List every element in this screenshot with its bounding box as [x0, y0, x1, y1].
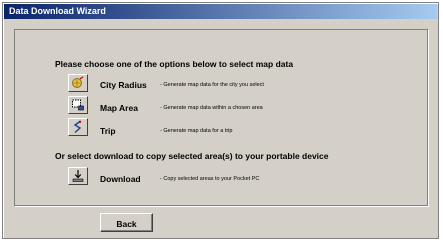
map-area-button[interactable] — [68, 96, 88, 114]
title-bar[interactable]: Data Download Wizard — [4, 4, 437, 19]
window-title: Data Download Wizard — [9, 6, 106, 16]
options-panel: Please choose one of the options below t… — [14, 29, 428, 206]
map-area-icon — [72, 99, 84, 111]
globe-pin-icon — [72, 76, 84, 88]
city-radius-label: City Radius — [100, 80, 147, 90]
back-button[interactable]: Back — [100, 213, 153, 232]
city-radius-button[interactable] — [68, 74, 88, 92]
trip-description: - Generate map data for a trip — [160, 128, 233, 134]
map-area-label: Map Area — [100, 103, 138, 113]
trip-label: Trip — [100, 126, 116, 136]
download-heading: Or select download to copy selected area… — [55, 151, 329, 161]
download-icon — [72, 170, 84, 182]
download-button[interactable] — [68, 167, 88, 185]
download-label: Download — [100, 174, 141, 184]
trip-button[interactable] — [68, 118, 88, 136]
download-description: - Copy selected areas to your Pocket PC — [160, 176, 260, 182]
city-radius-description: - Generate map data for the city you sel… — [160, 82, 264, 88]
map-area-description: - Generate map data within a chosen area — [160, 105, 263, 111]
back-button-label: Back — [116, 219, 137, 229]
route-icon — [73, 120, 82, 134]
wizard-window: Data Download Wizard Please choose one o… — [2, 2, 439, 239]
select-heading: Please choose one of the options below t… — [55, 59, 294, 69]
